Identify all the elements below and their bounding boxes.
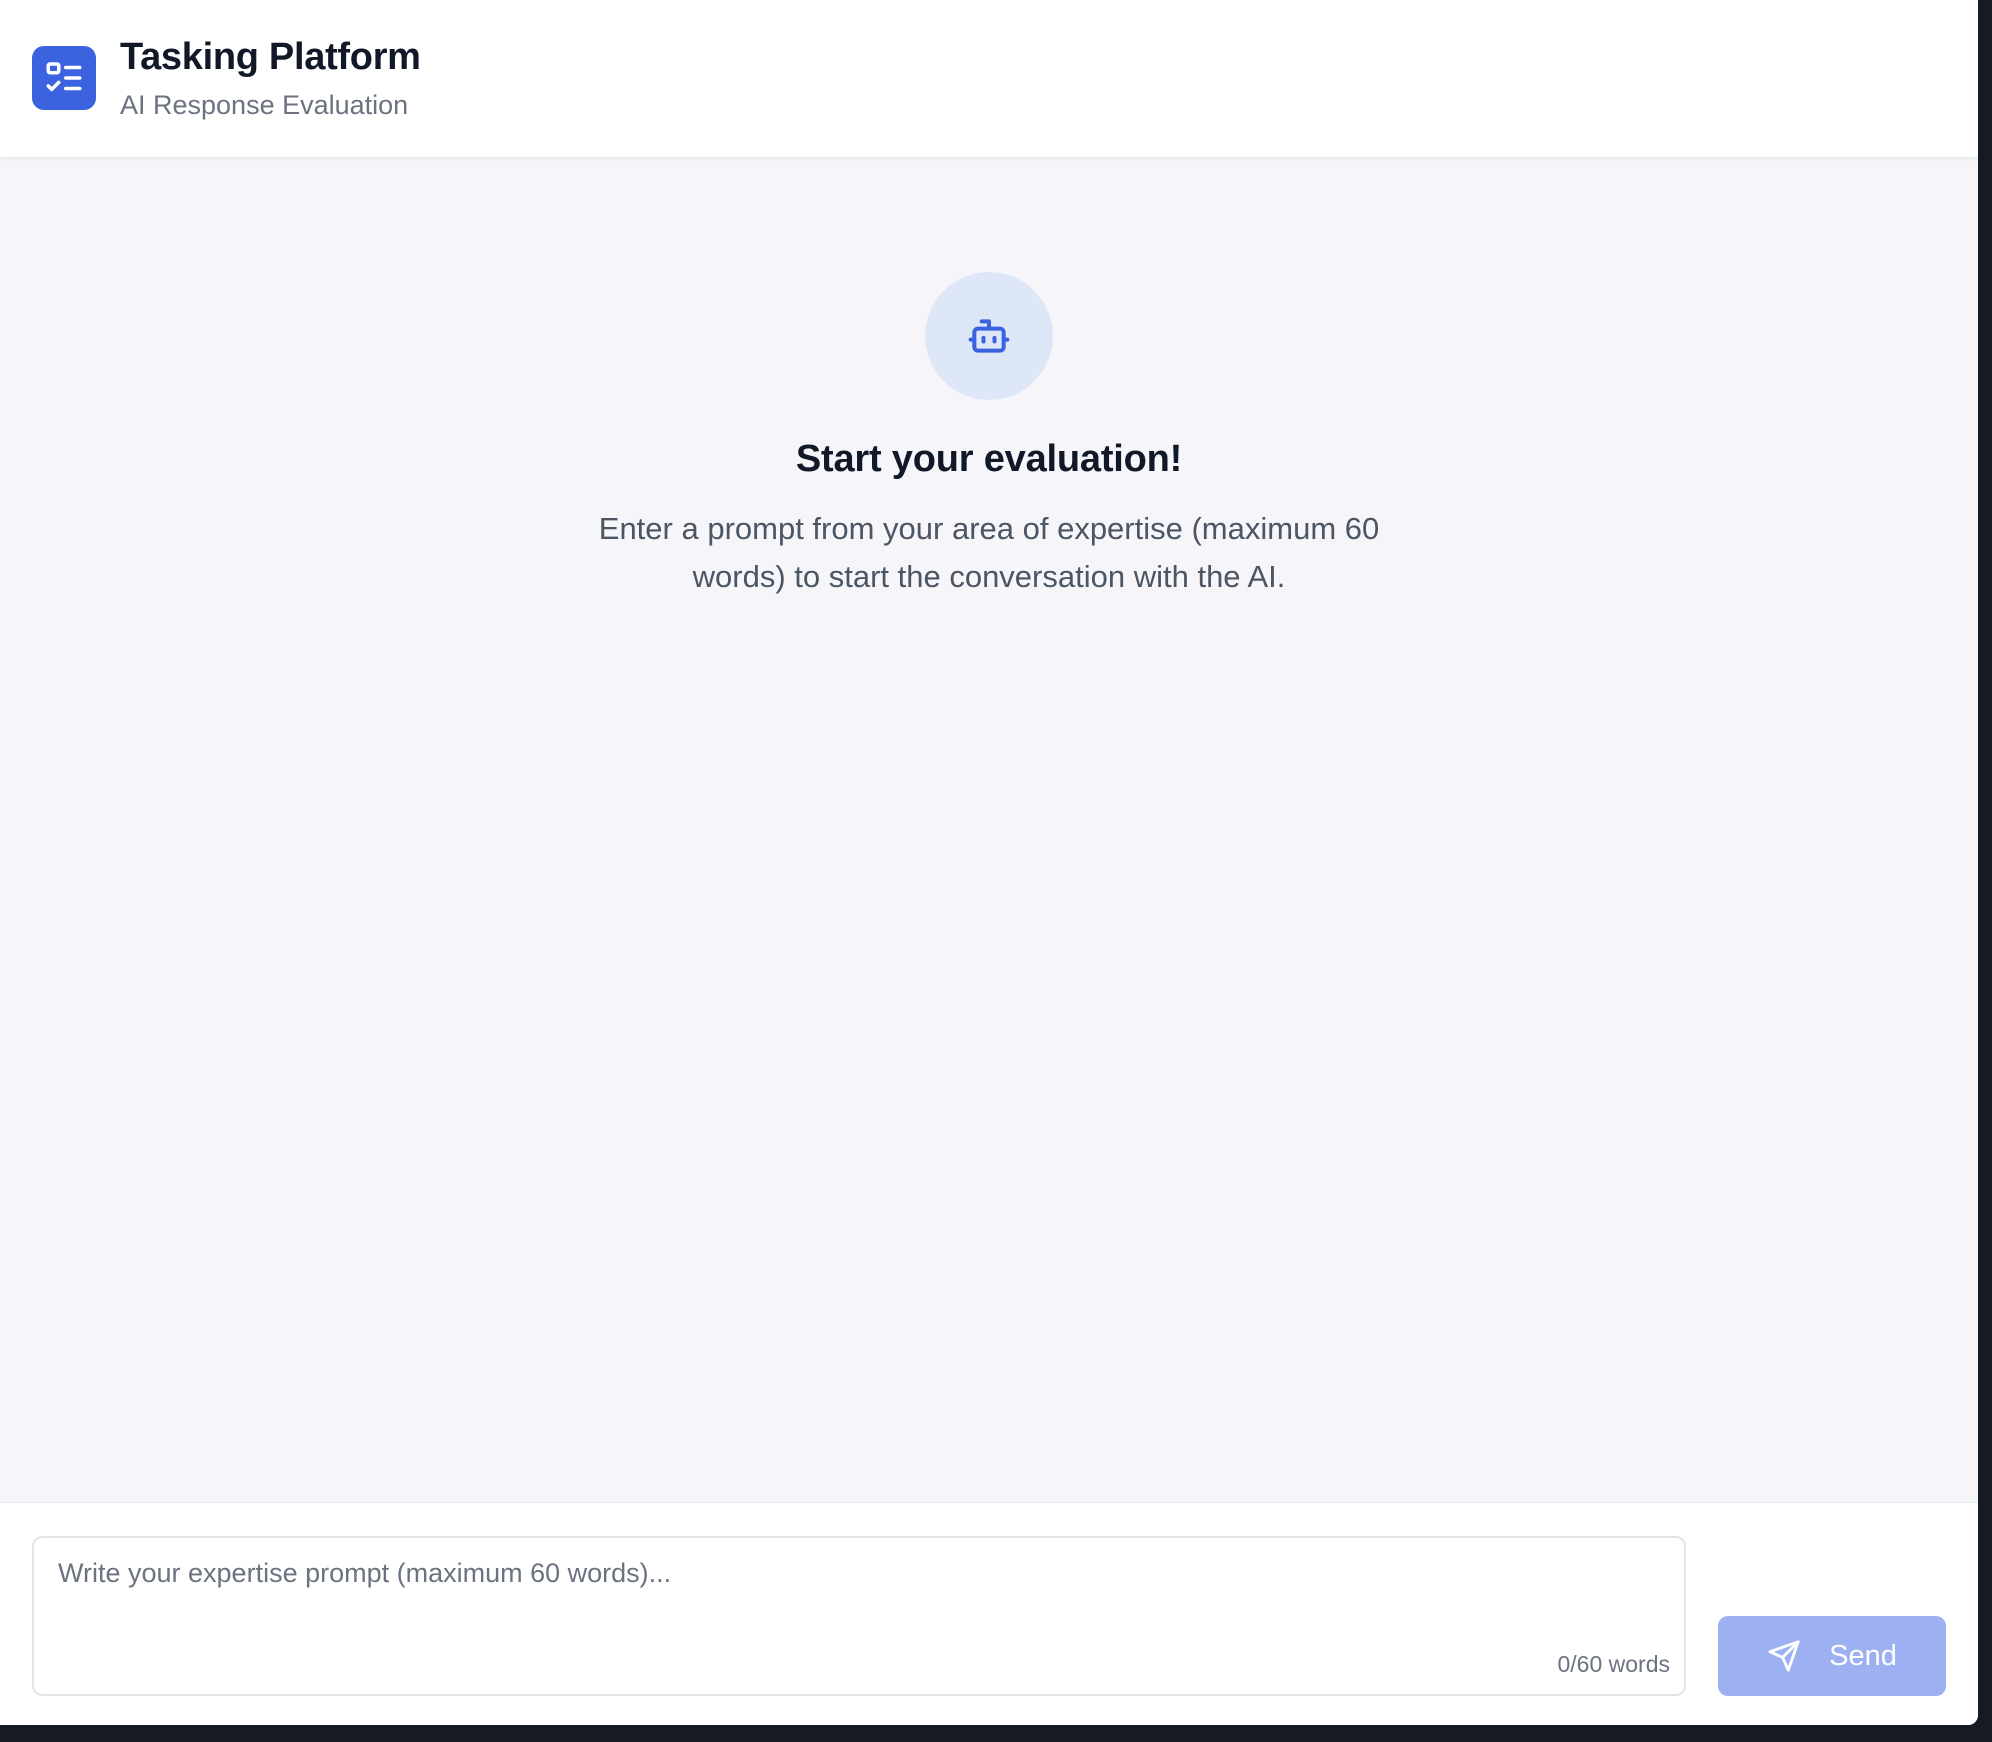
send-icon	[1768, 1640, 1800, 1672]
prompt-input[interactable]	[34, 1538, 1684, 1694]
bot-avatar	[925, 272, 1053, 400]
prompt-input-container: 0/60 words	[32, 1536, 1686, 1696]
empty-state: Start your evaluation! Enter a prompt fr…	[0, 272, 1978, 601]
empty-state-description: Enter a prompt from your area of experti…	[598, 511, 1380, 594]
app-title: Tasking Platform	[120, 36, 421, 78]
composer: 0/60 words Send	[0, 1502, 1978, 1725]
empty-state-title: Start your evaluation!	[795, 438, 1183, 480]
app-window: Tasking Platform AI Response Evaluation …	[0, 0, 1978, 1725]
bot-icon	[968, 319, 1010, 353]
send-button-label: Send	[1829, 1639, 1897, 1672]
send-button[interactable]: Send	[1718, 1616, 1946, 1696]
header: Tasking Platform AI Response Evaluation	[0, 0, 1978, 158]
word-count: 0/60 words	[1557, 1651, 1670, 1677]
app-subtitle: AI Response Evaluation	[120, 90, 409, 120]
task-checklist-icon	[32, 46, 96, 110]
